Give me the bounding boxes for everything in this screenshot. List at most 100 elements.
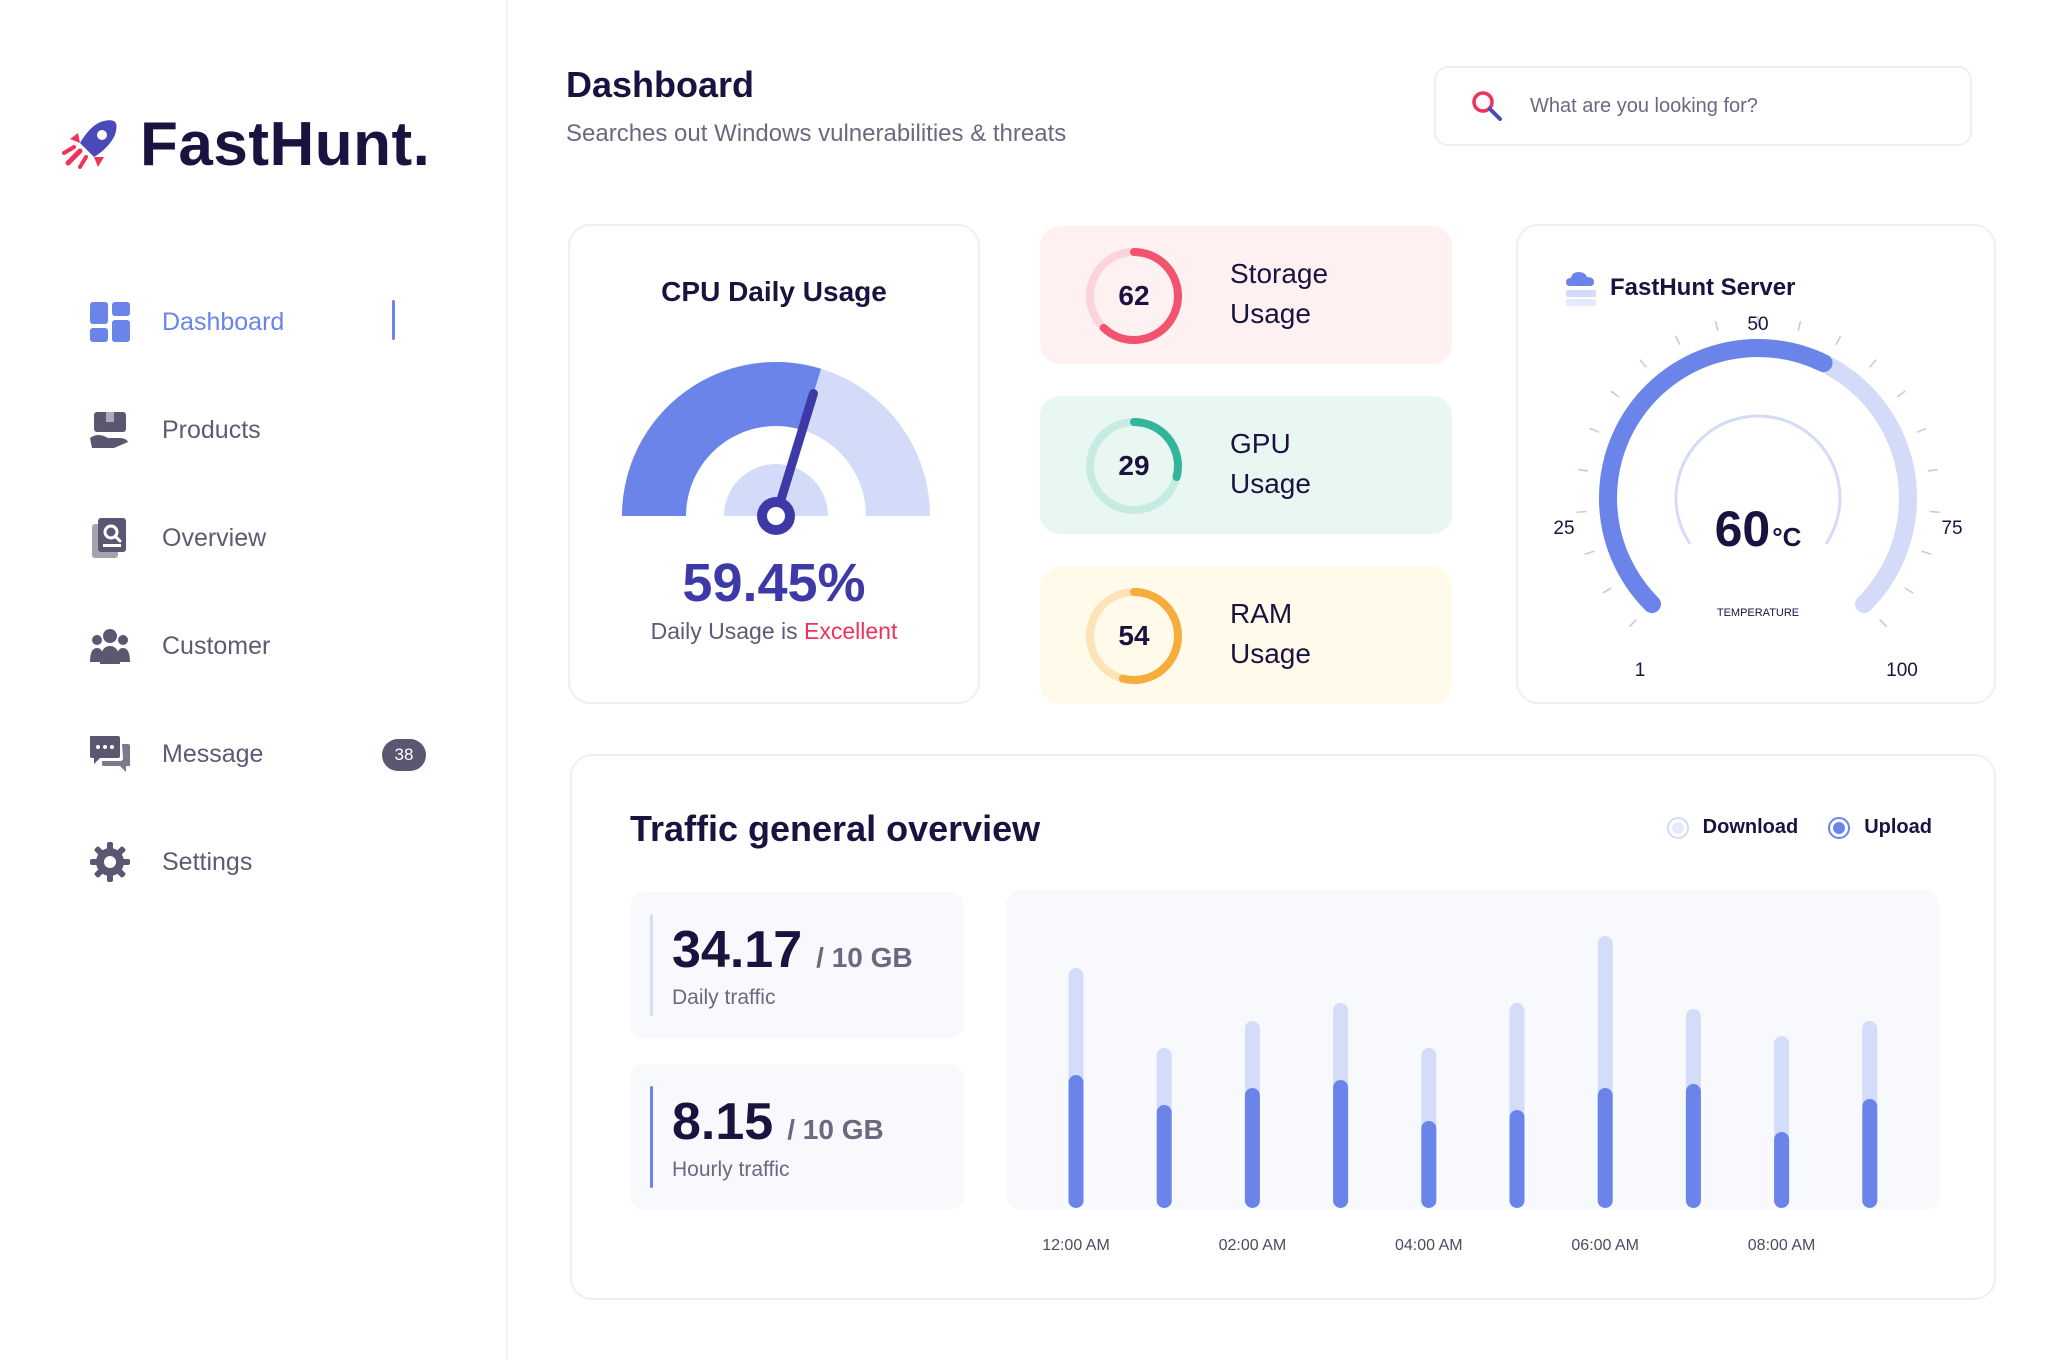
x-axis-tick-label: 12:00 AM xyxy=(1042,1237,1110,1254)
dashboard-icon xyxy=(88,300,132,344)
message-icon xyxy=(88,732,132,776)
upload-bar[interactable] xyxy=(1068,1075,1084,1208)
daily-traffic-stat: 34.17 / 10 GB Daily traffic xyxy=(630,892,964,1038)
sidebar-item-settings[interactable]: Settings xyxy=(88,808,448,916)
daily-traffic-label: Daily traffic xyxy=(672,986,776,1009)
temperature-gauge-fill xyxy=(1599,339,1833,614)
storage-usage-card[interactable]: 62 Storage Usage xyxy=(1040,226,1452,364)
gauge-tick xyxy=(1904,587,1914,594)
sidebar-item-dashboard[interactable]: Dashboard xyxy=(88,268,448,376)
download-radio[interactable] xyxy=(1666,816,1689,839)
server-temperature-card: FastHunt Server 50 25 75 1 100 60°C TEMP… xyxy=(1516,224,1996,704)
gpu-label-line1: GPU xyxy=(1230,428,1291,459)
cpu-usage-value: 59.45% xyxy=(682,553,866,613)
traffic-chart: 12:00 AM 02:00 AM 04:00 AM 06:00 AM 08:00 AM xyxy=(1006,890,1940,1254)
hourly-traffic-value-row: 8.15 / 10 GB xyxy=(672,1092,884,1152)
x-axis-tick-label: 04:00 AM xyxy=(1395,1237,1463,1254)
sidebar-item-label: Settings xyxy=(162,847,253,876)
stat-divider xyxy=(650,914,653,1016)
gpu-usage-card[interactable]: 29 GPU Usage xyxy=(1040,396,1452,534)
gauge-tick xyxy=(1879,619,1888,628)
gauge-tick xyxy=(1602,587,1612,594)
gpu-usage-label: GPU Usage xyxy=(1230,424,1430,504)
storage-label-line2: Usage xyxy=(1230,298,1311,329)
upload-radio[interactable] xyxy=(1828,816,1851,839)
search-input[interactable] xyxy=(1530,94,1930,118)
sidebar-nav: Dashboard Products Overview Customer Mes… xyxy=(88,268,448,916)
hourly-traffic-label: Hourly traffic xyxy=(672,1158,790,1181)
sidebar-item-label: Dashboard xyxy=(162,307,285,336)
legend-download[interactable]: Download xyxy=(1666,816,1799,839)
rocket-icon xyxy=(62,120,117,169)
daily-traffic-value: 34.17 xyxy=(672,921,803,979)
x-axis-tick-label: 06:00 AM xyxy=(1571,1237,1639,1254)
upload-bar[interactable] xyxy=(1421,1121,1437,1208)
upload-bar[interactable] xyxy=(1509,1110,1525,1208)
cpu-usage-status: Daily Usage is Excellent xyxy=(570,618,978,645)
cpu-gauge-hub-center xyxy=(767,507,785,525)
gauge-tick xyxy=(1835,335,1842,346)
gpu-label-line2: Usage xyxy=(1230,468,1311,499)
gauge-tick xyxy=(1714,320,1719,331)
gauge-tick xyxy=(1896,390,1906,398)
page-title: Dashboard xyxy=(566,64,755,105)
ram-usage-label: RAM Usage xyxy=(1230,594,1430,674)
sidebar-item-label: Overview xyxy=(162,523,267,552)
daily-traffic-unit: / 10 GB xyxy=(816,942,913,973)
gauge-tick xyxy=(1639,359,1647,368)
legend-upload-label: Upload xyxy=(1864,816,1932,838)
sidebar-item-overview[interactable]: Overview xyxy=(88,484,448,592)
sidebar: FastHunt. Dashboard Products Overview Cu… xyxy=(0,0,508,1360)
gpu-usage-value: 29 xyxy=(1118,450,1150,481)
gauge-tick xyxy=(1589,427,1600,433)
cpu-status-word: Excellent xyxy=(804,618,898,644)
upload-bar[interactable] xyxy=(1597,1088,1613,1208)
x-axis-tick-label: 02:00 AM xyxy=(1219,1237,1287,1254)
temperature-gauge: 50 25 75 1 100 60°C TEMPERATURE xyxy=(1553,314,1962,681)
upload-bar[interactable] xyxy=(1333,1080,1349,1208)
page-subtitle: Searches out Windows vulnerabilities & t… xyxy=(566,120,1067,147)
products-icon xyxy=(88,408,132,452)
upload-bar[interactable] xyxy=(1774,1132,1790,1208)
storage-usage-value: 62 xyxy=(1118,280,1150,311)
x-axis-tick-label: 08:00 AM xyxy=(1748,1237,1816,1254)
message-count-badge: 38 xyxy=(382,739,426,771)
traffic-overview-card: Traffic general overview Download Upload… xyxy=(570,754,1996,1300)
search-bar[interactable] xyxy=(1434,66,1972,146)
gauge-tick xyxy=(1869,359,1877,368)
cpu-status-prefix: Daily Usage is xyxy=(650,618,798,644)
legend-download-label: Download xyxy=(1702,816,1799,838)
scale-label-100: 100 xyxy=(1886,660,1918,681)
scale-label-50: 50 xyxy=(1747,314,1768,335)
ram-usage-card[interactable]: 54 RAM Usage xyxy=(1040,566,1452,704)
sidebar-item-products[interactable]: Products xyxy=(88,376,448,484)
brand-logo[interactable]: FastHunt. xyxy=(58,108,430,180)
storage-label-line1: Storage xyxy=(1230,258,1329,289)
brand-name: FastHunt. xyxy=(140,109,431,179)
upload-bar[interactable] xyxy=(1862,1099,1878,1208)
stat-divider xyxy=(650,1086,653,1188)
sidebar-item-message[interactable]: Message 38 xyxy=(88,700,448,808)
gauge-tick xyxy=(1610,390,1620,398)
scale-label-75: 75 xyxy=(1941,518,1962,539)
gauge-tick xyxy=(1578,468,1589,472)
upload-bar[interactable] xyxy=(1156,1105,1172,1208)
ram-label-line1: RAM xyxy=(1230,598,1293,629)
cpu-gauge xyxy=(622,361,930,535)
gauge-tick xyxy=(1628,619,1637,628)
cpu-usage-card: CPU Daily Usage 59.45% Daily Usage is Ex… xyxy=(568,224,980,704)
temperature-value: 60 xyxy=(1715,501,1771,557)
temperature-readout: 60°C xyxy=(1715,501,1802,557)
sidebar-item-customer[interactable]: Customer xyxy=(88,592,448,700)
cpu-card-title: CPU Daily Usage xyxy=(661,276,887,307)
gauge-tick xyxy=(1674,335,1681,346)
sidebar-item-label: Products xyxy=(162,415,261,444)
upload-bar[interactable] xyxy=(1685,1084,1701,1208)
traffic-bar-chart: 12:00 AM 02:00 AM 04:00 AM 06:00 AM 08:00 AM xyxy=(1042,936,1878,1254)
active-indicator xyxy=(392,300,395,340)
ram-label-line2: Usage xyxy=(1230,638,1311,669)
upload-bar[interactable] xyxy=(1244,1088,1260,1208)
hourly-traffic-unit: / 10 GB xyxy=(787,1114,884,1145)
chart-legend: Download Upload xyxy=(1637,816,1932,839)
legend-upload[interactable]: Upload xyxy=(1828,816,1932,839)
